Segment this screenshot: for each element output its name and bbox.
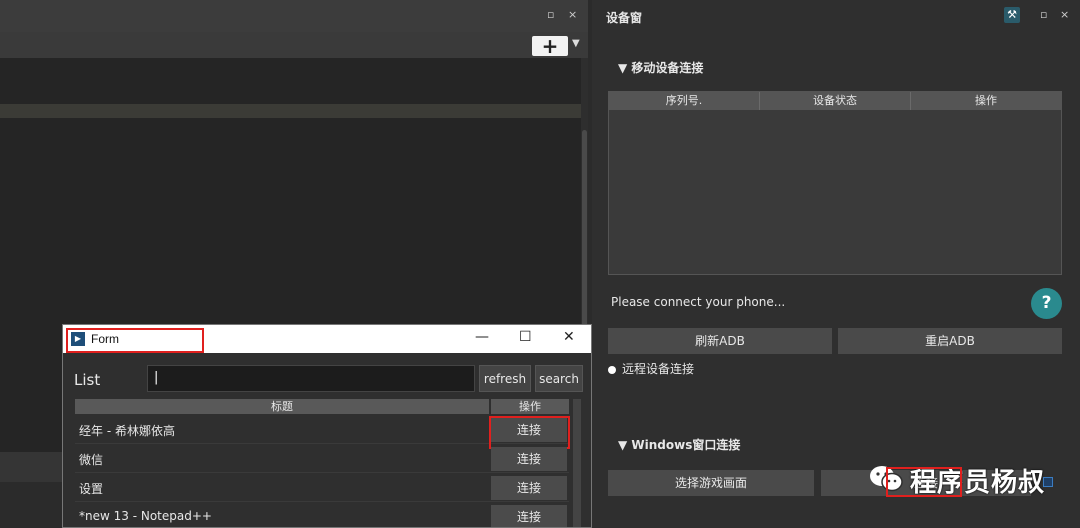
column-header-status[interactable]: 设备状态 xyxy=(760,92,911,110)
remote-device-label: 远程设备连接 xyxy=(622,362,695,376)
window-list-table: 标题 操作 经年 - 希林娜依高 连接 微信 连接 设置 连接 *new 13 … xyxy=(75,399,570,527)
float-icon[interactable]: ▫ xyxy=(1040,8,1047,21)
column-header-action[interactable]: 操作 xyxy=(491,399,569,414)
current-line-highlight xyxy=(0,104,581,118)
maximize-icon[interactable]: ☐ xyxy=(519,329,532,345)
column-header-action[interactable]: 操作 xyxy=(911,92,1061,110)
status-message: Please connect your phone... xyxy=(611,295,786,309)
refresh-adb-button[interactable]: 刷新ADB xyxy=(608,328,832,354)
column-header-title[interactable]: 标题 xyxy=(75,399,489,414)
editor-titlebar xyxy=(0,0,588,32)
column-header-serial[interactable]: 序列号. xyxy=(609,92,760,110)
table-row[interactable]: 微信 连接 xyxy=(75,444,569,473)
panel-title: 设备窗 xyxy=(606,11,643,25)
list-label: List xyxy=(74,371,101,389)
add-button[interactable]: + xyxy=(532,36,568,56)
editor-toolbar xyxy=(0,32,588,58)
refresh-button[interactable]: refresh xyxy=(479,365,531,392)
row-title: 微信 xyxy=(79,453,104,467)
table-row[interactable]: 经年 - 希林娜依高 连接 xyxy=(75,415,570,449)
close-icon[interactable]: × xyxy=(1060,8,1069,21)
tools-icon[interactable]: ⚒ xyxy=(1004,7,1020,23)
row-title: *new 13 - Notepad++ xyxy=(79,509,212,523)
close-icon[interactable]: × xyxy=(568,8,577,22)
radio-icon[interactable] xyxy=(608,365,616,374)
highlight-box xyxy=(886,467,962,497)
search-input[interactable]: | xyxy=(147,365,475,392)
table-row[interactable]: *new 13 - Notepad++ 连接 xyxy=(75,502,569,527)
minimize-icon[interactable]: — xyxy=(475,329,489,345)
float-icon[interactable]: ▫ xyxy=(547,8,554,22)
search-button[interactable]: search xyxy=(535,365,583,392)
form-window: ▶ Form — ☐ ✕ List | refresh search 标题 操作… xyxy=(62,324,592,528)
highlight-box xyxy=(66,328,204,353)
device-panel: 设备窗 ⚒ ▫ × ▼ 移动设备连接 序列号. 设备状态 操作 Please c… xyxy=(592,0,1080,528)
connect-button[interactable]: 连接 xyxy=(491,447,567,471)
close-icon[interactable]: ✕ xyxy=(563,329,575,345)
connect-button[interactable]: 连接 xyxy=(491,505,567,527)
chevron-down-icon[interactable]: ▼ xyxy=(572,38,580,49)
scrollbar-track[interactable] xyxy=(573,399,581,527)
device-table: 序列号. 设备状态 操作 xyxy=(608,91,1062,275)
mobile-section-header[interactable]: ▼ 移动设备连接 xyxy=(618,59,703,76)
row-title: 设置 xyxy=(79,482,104,496)
connect-button[interactable]: 连接 xyxy=(491,476,567,500)
help-button[interactable]: ? xyxy=(1031,288,1062,319)
select-game-button[interactable]: 选择游戏画面 xyxy=(608,470,814,496)
windows-section-header[interactable]: ▼ Windows窗口连接 xyxy=(618,436,740,453)
table-row[interactable]: 设置 连接 xyxy=(75,473,569,502)
row-title: 经年 - 希林娜依高 xyxy=(79,424,175,438)
restart-adb-button[interactable]: 重启ADB xyxy=(838,328,1062,354)
remote-device-option[interactable]: 远程设备连接 xyxy=(608,360,694,377)
